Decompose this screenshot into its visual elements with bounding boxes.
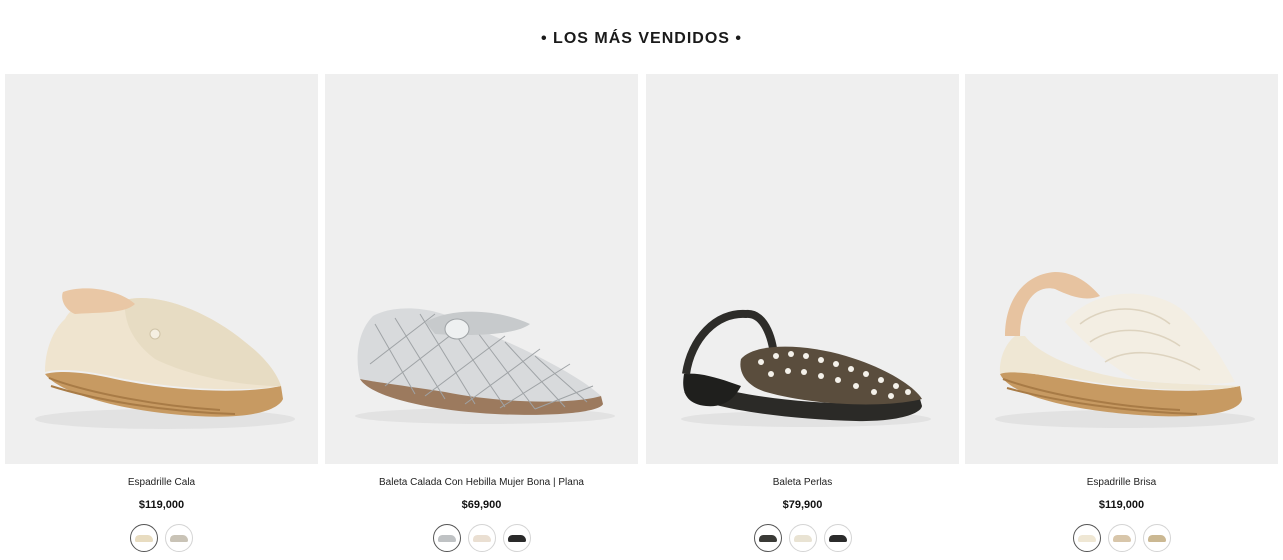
color-swatch[interactable]	[1107, 524, 1136, 552]
product-image[interactable]	[5, 74, 318, 464]
product-grid: Espadrille Cala $119,000 Baleta Calada C…	[5, 74, 1278, 560]
swatch-thumb	[1077, 534, 1096, 542]
color-swatch[interactable]	[467, 524, 496, 552]
swatch-thumb	[793, 534, 812, 542]
swatch-thumb	[170, 534, 188, 542]
swatch-thumb	[437, 534, 456, 542]
product-name[interactable]: Baleta Calada Con Hebilla Mujer Bona | P…	[325, 477, 638, 488]
product-image[interactable]	[646, 74, 959, 464]
product-card[interactable]: Baleta Perlas $79,900	[646, 74, 959, 560]
swatch-thumb	[507, 534, 526, 542]
product-card[interactable]: Espadrille Cala $119,000	[5, 74, 318, 560]
swatch-thumb	[1112, 534, 1131, 542]
product-card[interactable]: Espadrille Brisa $119,000	[965, 74, 1278, 560]
color-swatch[interactable]	[788, 524, 817, 552]
product-name[interactable]: Espadrille Cala	[5, 477, 318, 488]
color-swatch[interactable]	[165, 524, 193, 552]
product-image[interactable]	[965, 74, 1278, 464]
color-swatches	[325, 524, 638, 552]
espadrille-shoe-image	[35, 288, 295, 429]
section-title: • LOS MÁS VENDIDOS •	[541, 30, 742, 47]
product-price: $119,000	[1098, 499, 1145, 511]
product-price: $119,000	[138, 499, 185, 511]
swatch-thumb	[472, 534, 491, 542]
product-price: $69,900	[461, 499, 502, 511]
swatch-thumb	[828, 534, 847, 542]
color-swatch[interactable]	[130, 524, 158, 552]
product-name[interactable]: Espadrille Brisa	[965, 477, 1278, 488]
product-card[interactable]: Baleta Calada Con Hebilla Mujer Bona | P…	[325, 74, 638, 560]
color-swatch[interactable]	[1072, 524, 1101, 552]
color-swatch[interactable]	[823, 524, 852, 552]
product-price: $79,900	[782, 499, 823, 511]
swatch-thumb	[758, 534, 777, 542]
swatch-thumb	[135, 534, 153, 542]
color-swatch[interactable]	[502, 524, 531, 552]
espadrille-sandal-image	[995, 272, 1255, 428]
product-image[interactable]	[325, 74, 638, 464]
ballet-flat-shoe-image	[355, 308, 615, 424]
color-swatches	[965, 524, 1278, 552]
color-swatch[interactable]	[1142, 524, 1171, 552]
color-swatch[interactable]	[432, 524, 461, 552]
color-swatch[interactable]	[753, 524, 782, 552]
product-name[interactable]: Baleta Perlas	[646, 477, 959, 488]
color-swatches	[5, 524, 318, 552]
swatch-thumb	[1147, 534, 1166, 542]
pearl-flat-shoe-image	[681, 309, 931, 427]
color-swatches	[646, 524, 959, 552]
